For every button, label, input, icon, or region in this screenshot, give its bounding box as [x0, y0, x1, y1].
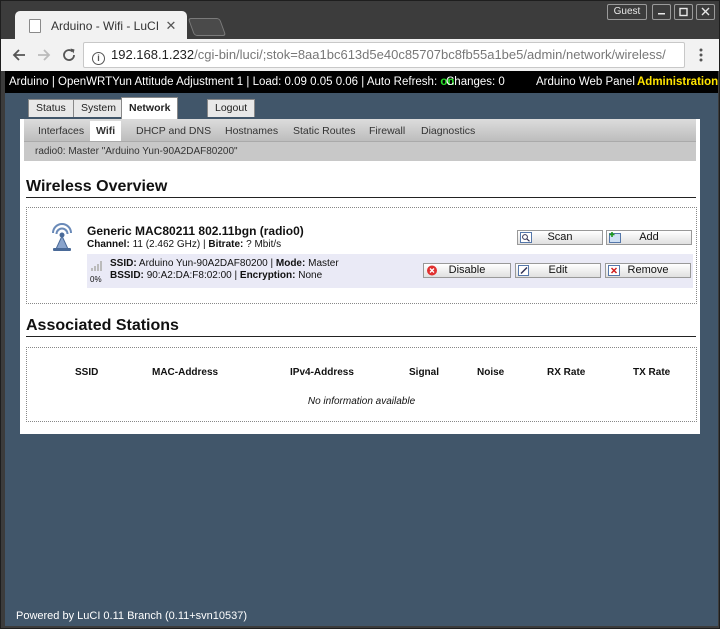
- radio-device-row: Generic MAC80211 802.11bgn (radio0) Chan…: [27, 208, 696, 304]
- empty-state-text: No information available: [307, 396, 416, 407]
- network-actions: Disable Edit Remove: [421, 254, 693, 288]
- edit-icon: [518, 265, 529, 276]
- mode-value: Master: [308, 258, 339, 269]
- subtab-hostnames[interactable]: Hostnames: [219, 123, 284, 141]
- content-panel: Interfaces Wifi DHCP and DNS Hostnames S…: [20, 119, 700, 434]
- reload-icon: [63, 48, 75, 61]
- minimize-button[interactable]: [652, 4, 671, 20]
- signal-strength-icon: [91, 261, 102, 271]
- tab-title: Arduino - Wifi - LuCI: [51, 19, 160, 33]
- col-tx-rate: TX Rate: [633, 367, 671, 378]
- close-icon: [701, 7, 710, 16]
- back-button[interactable]: [9, 45, 29, 65]
- channel-value: 11 (2.462 GHz): [132, 239, 201, 250]
- subtab-diagnostics[interactable]: Diagnostics: [415, 123, 481, 141]
- url-host: 192.168.1.232: [111, 47, 195, 62]
- wireless-overview-heading: Wireless Overview: [26, 178, 696, 198]
- ssid-value: Arduino Yun-90A2DAF80200: [138, 258, 268, 269]
- edit-button[interactable]: Edit: [515, 263, 601, 278]
- web-panel-link[interactable]: Arduino Web Panel: [536, 71, 635, 93]
- tab-logout[interactable]: Logout: [207, 99, 256, 117]
- wireless-overview-box: Generic MAC80211 802.11bgn (radio0) Chan…: [26, 207, 697, 304]
- network-details: SSID: Arduino Yun-90A2DAF80200 | Mode: M…: [110, 258, 339, 281]
- main-nav: Status System Network Logout: [5, 93, 718, 119]
- add-button[interactable]: Add: [606, 230, 692, 245]
- subtab-dhcp-dns[interactable]: DHCP and DNS: [130, 123, 217, 141]
- status-bar: Arduino | OpenWRTYun Attitude Adjustment…: [5, 71, 718, 93]
- maximize-icon: [679, 7, 688, 17]
- subtab-static-routes[interactable]: Static Routes: [287, 123, 361, 141]
- col-ipv4-address: IPv4-Address: [290, 367, 354, 378]
- browser-window: Arduino - Wifi - LuCI ✕ Guest i 192.168.1…: [0, 0, 720, 629]
- tab-strip: Arduino - Wifi - LuCI ✕ Guest: [1, 1, 720, 41]
- associated-stations-table: SSID MAC-Address IPv4-Address Signal Noi…: [26, 347, 697, 422]
- subtab-firewall[interactable]: Firewall: [363, 123, 411, 141]
- tab-status[interactable]: Status: [28, 99, 74, 117]
- administration-link[interactable]: Administration: [637, 71, 718, 93]
- info-icon[interactable]: i: [92, 52, 105, 65]
- breadcrumb[interactable]: radio0: Master "Arduino Yun-90A2DAF80200…: [24, 141, 696, 161]
- associated-stations-heading: Associated Stations: [26, 317, 696, 337]
- changes-link[interactable]: Changes: 0: [446, 71, 505, 93]
- status-text: Arduino | OpenWRTYun Attitude Adjustment…: [9, 76, 441, 88]
- radio-name: Generic MAC80211 802.11bgn (radio0): [87, 224, 304, 238]
- luci-page: Arduino | OpenWRTYun Attitude Adjustment…: [5, 71, 718, 626]
- disable-button[interactable]: Disable: [423, 263, 511, 278]
- encryption-value: None: [298, 270, 323, 281]
- scan-button[interactable]: Scan: [517, 230, 603, 245]
- tab-network[interactable]: Network: [121, 97, 179, 119]
- system-status: Arduino | OpenWRTYun Attitude Adjustment…: [9, 71, 454, 93]
- col-ssid: SSID: [75, 367, 99, 378]
- bssid-value: 90:A2:DA:F8:02:00: [146, 270, 232, 281]
- arrow-right-icon: [38, 49, 51, 61]
- signal-cell: 0%: [87, 254, 107, 288]
- forward-button[interactable]: [34, 45, 54, 65]
- close-window-button[interactable]: [696, 4, 715, 20]
- maximize-button[interactable]: [674, 4, 693, 20]
- footer[interactable]: Powered by LuCI 0.11 Branch (0.11+svn105…: [16, 610, 247, 622]
- add-network-icon: [609, 232, 621, 243]
- tab-system[interactable]: System: [73, 99, 125, 117]
- url-path: /cgi-bin/luci/;stok=8aa1bc613d5e40c85707…: [194, 47, 666, 62]
- browser-tab[interactable]: Arduino - Wifi - LuCI ✕: [15, 11, 187, 41]
- kebab-menu-icon: [699, 48, 703, 62]
- arrow-left-icon: [12, 49, 25, 61]
- col-signal: Signal: [409, 367, 440, 378]
- browser-toolbar: i 192.168.1.232/cgi-bin/luci/;stok=8aa1bc…: [1, 39, 719, 71]
- network-row: 0% SSID: Arduino Yun-90A2DAF80200 | Mode…: [87, 254, 693, 288]
- subtab-interfaces[interactable]: Interfaces: [32, 123, 90, 141]
- guest-profile-button[interactable]: Guest: [607, 4, 647, 20]
- remove-button[interactable]: Remove: [605, 263, 691, 278]
- col-mac-address: MAC-Address: [152, 367, 219, 378]
- browser-menu-button[interactable]: [694, 45, 708, 65]
- sub-nav: Interfaces Wifi DHCP and DNS Hostnames S…: [24, 119, 696, 141]
- col-rx-rate: RX Rate: [547, 367, 586, 378]
- remove-icon: [608, 265, 620, 276]
- wifi-antenna-icon: [52, 223, 72, 251]
- subtab-wifi[interactable]: Wifi: [90, 121, 122, 141]
- address-bar[interactable]: i 192.168.1.232/cgi-bin/luci/;stok=8aa1bc…: [83, 42, 685, 68]
- close-tab-icon[interactable]: ✕: [163, 19, 179, 34]
- signal-percent: 0%: [90, 275, 102, 284]
- magnifier-icon: [520, 232, 532, 243]
- disable-icon: [427, 265, 437, 276]
- reload-button[interactable]: [59, 45, 79, 65]
- minimize-icon: [658, 13, 665, 15]
- radio-info: Channel: 11 (2.462 GHz) | Bitrate: ? Mbi…: [87, 239, 282, 250]
- bitrate-value: ? Mbit/s: [246, 239, 282, 250]
- page-favicon-icon: [29, 19, 41, 33]
- col-noise: Noise: [477, 367, 505, 378]
- new-tab-button[interactable]: [187, 18, 227, 36]
